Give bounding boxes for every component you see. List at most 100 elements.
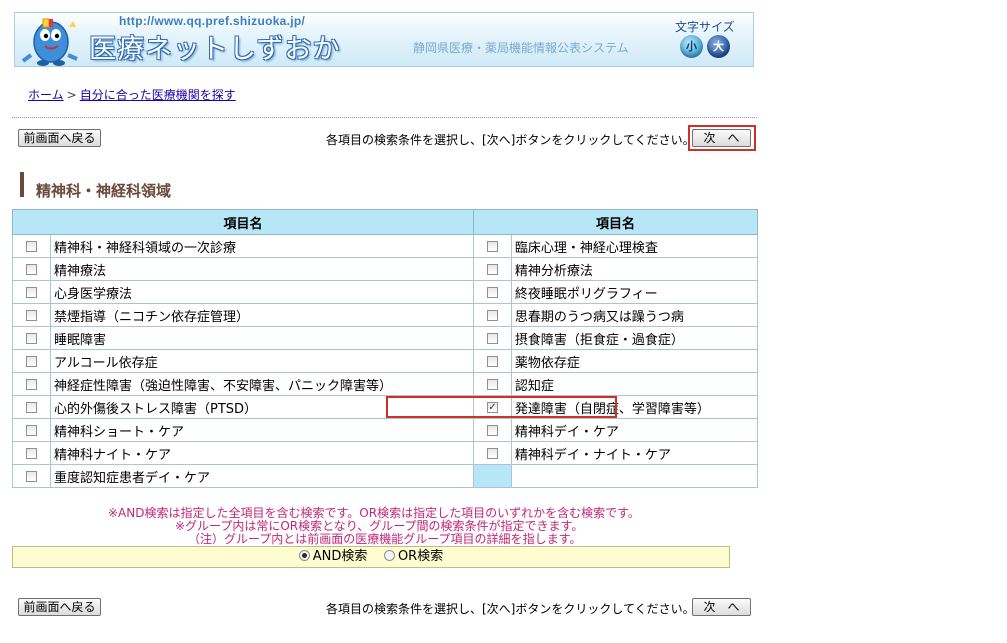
item-label[interactable]: 臨床心理・神経心理検査: [515, 241, 658, 256]
column-header-left: 項目名: [12, 209, 474, 235]
table-row: 精神療法 精神分析療法: [12, 257, 759, 281]
table-body: 精神科・神経科領域の一次診療 臨床心理・神経心理検査 精神療法 精神分析療法 心身医学療…: [12, 234, 759, 488]
next-button-top[interactable]: 次 へ: [692, 129, 751, 147]
checkbox-cell: [12, 257, 51, 281]
item-label[interactable]: 精神科・神経科領域の一次診療: [54, 241, 236, 256]
item-label[interactable]: 精神分析療法: [515, 264, 593, 279]
breadcrumb: ホーム > 自分に合った医療機関を探す: [28, 86, 236, 103]
item-checkbox[interactable]: [486, 332, 498, 344]
item-label[interactable]: アルコール依存症: [54, 356, 158, 371]
next-button-bottom[interactable]: 次 へ: [692, 598, 751, 616]
table-row: 睡眠障害 摂食障害（拒食症・過食症）: [12, 326, 759, 350]
font-size-label: 文字サイズ: [675, 20, 735, 34]
mascot-logo: [21, 18, 78, 66]
item-label[interactable]: 睡眠障害: [54, 333, 106, 348]
table-row: アルコール依存症 薬物依存症: [12, 349, 759, 373]
item-label[interactable]: 精神科デイ・ナイト・ケア: [515, 448, 671, 463]
or-search-label[interactable]: OR検索: [398, 549, 443, 564]
checkbox-cell: [12, 441, 51, 465]
item-checkbox[interactable]: [26, 424, 37, 436]
item-checkbox[interactable]: [486, 378, 498, 390]
checkbox-cell: [472, 372, 512, 396]
site-title[interactable]: 医療ネットしずおか: [89, 27, 340, 66]
checkbox-cell: [472, 234, 512, 258]
item-checkbox[interactable]: [26, 332, 37, 344]
font-size-large-button[interactable]: 大: [707, 35, 730, 58]
site-subtitle: 静岡県医療・薬局機能情報公表システム: [413, 41, 629, 55]
table-row: 禁煙指導（ニコチン依存症管理） 思春期のうつ病又は躁うつ病: [12, 303, 759, 327]
or-search-radio[interactable]: [383, 550, 395, 561]
checkbox-cell: [472, 257, 512, 281]
item-label-cell: アルコール依存症: [50, 349, 474, 373]
item-label[interactable]: 重度認知症患者デイ・ケア: [54, 471, 210, 486]
item-checkbox[interactable]: [486, 240, 498, 252]
item-label-cell: 思春期のうつ病又は躁うつ病: [510, 303, 759, 327]
item-checkbox[interactable]: [486, 447, 498, 459]
item-checkbox[interactable]: [26, 263, 37, 275]
item-checkbox[interactable]: [486, 286, 498, 298]
table-row: 心身医学療法 終夜睡眠ポリグラフィー: [12, 280, 759, 304]
back-button-bottom[interactable]: 前画面へ戻る: [18, 598, 101, 616]
item-label[interactable]: 薬物依存症: [515, 356, 580, 371]
empty-cell: [472, 464, 512, 488]
item-label[interactable]: 神経症性障害（強迫性障害、不安障害、パニック障害等）: [54, 379, 392, 394]
item-label[interactable]: 精神療法: [54, 264, 106, 279]
checkbox-cell: [12, 372, 51, 396]
item-label[interactable]: 思春期のうつ病又は躁うつ病: [515, 310, 684, 325]
item-label-cell: 精神科・神経科領域の一次診療: [50, 234, 474, 258]
checkbox-cell: [472, 303, 512, 327]
table-header-row: 項目名 項目名: [12, 209, 759, 235]
item-label-cell: 睡眠障害: [50, 326, 474, 350]
item-checkbox[interactable]: [26, 286, 37, 298]
item-label-cell: 精神科デイ・ケア: [510, 418, 759, 442]
checkbox-cell: [12, 464, 51, 488]
font-size-small-button[interactable]: 小: [680, 35, 703, 58]
search-mode-bar: AND検索 OR検索: [12, 546, 730, 568]
instruction-text-bottom: 各項目の検索条件を選択し、[次へ]ボタンをクリックしてください。→: [326, 602, 705, 616]
item-label-cell: 認知症: [510, 372, 759, 396]
item-label[interactable]: 心的外傷後ストレス障害（PTSD）: [54, 402, 257, 417]
item-label[interactable]: 精神科ショート・ケア: [54, 425, 184, 440]
site-header-banner: http://www.qq.pref.shizuoka.jp/ 医療ネットしずお…: [14, 12, 754, 67]
breadcrumb-home-link[interactable]: ホーム: [28, 88, 64, 102]
checkbox-cell: [12, 418, 51, 442]
item-checkbox[interactable]: [26, 447, 37, 459]
breadcrumb-current-link[interactable]: 自分に合った医療機関を探す: [80, 88, 236, 102]
item-label-cell: 重度認知症患者デイ・ケア: [50, 464, 474, 488]
item-label[interactable]: 精神科ナイト・ケア: [54, 448, 171, 463]
item-label[interactable]: 禁煙指導（ニコチン依存症管理）: [54, 310, 249, 325]
item-label[interactable]: 摂食障害（拒食症・過食症）: [515, 333, 684, 348]
item-checkbox[interactable]: [26, 378, 37, 390]
item-label-cell: 神経症性障害（強迫性障害、不安障害、パニック障害等）: [50, 372, 474, 396]
item-checkbox[interactable]: [26, 401, 37, 413]
back-button-top[interactable]: 前画面へ戻る: [18, 129, 101, 147]
item-label-cell: 精神科ショート・ケア: [50, 418, 474, 442]
item-checkbox[interactable]: [26, 309, 37, 321]
item-label-cell: 終夜睡眠ポリグラフィー: [510, 280, 759, 304]
checkbox-cell: [12, 349, 51, 373]
checkbox-cell: [12, 234, 51, 258]
item-checkbox[interactable]: [26, 240, 37, 252]
and-search-label[interactable]: AND検索: [313, 549, 368, 564]
section-title: 精神科・神経科領域: [36, 182, 172, 200]
section-marker: [20, 172, 24, 197]
item-label[interactable]: 心身医学療法: [54, 287, 132, 302]
item-checkbox[interactable]: [486, 355, 498, 367]
item-label[interactable]: 終夜睡眠ポリグラフィー: [515, 287, 658, 302]
and-search-radio[interactable]: [298, 550, 310, 561]
item-label-cell: 禁煙指導（ニコチン依存症管理）: [50, 303, 474, 327]
item-label-cell: 精神療法: [50, 257, 474, 281]
item-label-cell: 心身医学療法: [50, 280, 474, 304]
item-checkbox[interactable]: [486, 424, 498, 436]
chevron-right-icon: >: [66, 88, 77, 102]
empty-cell: [510, 464, 759, 488]
checkbox-cell: [472, 418, 512, 442]
item-checkbox[interactable]: [26, 470, 37, 482]
divider: [12, 117, 757, 118]
item-label[interactable]: 精神科デイ・ケア: [515, 425, 619, 440]
item-checkbox[interactable]: [26, 355, 37, 367]
item-checkbox[interactable]: [486, 309, 498, 321]
note-group-definition: （注）グループ内とは前画面の医療機能グループ項目の詳細を指します。: [188, 532, 582, 546]
item-checkbox[interactable]: [486, 263, 498, 275]
item-label[interactable]: 認知症: [515, 379, 554, 394]
